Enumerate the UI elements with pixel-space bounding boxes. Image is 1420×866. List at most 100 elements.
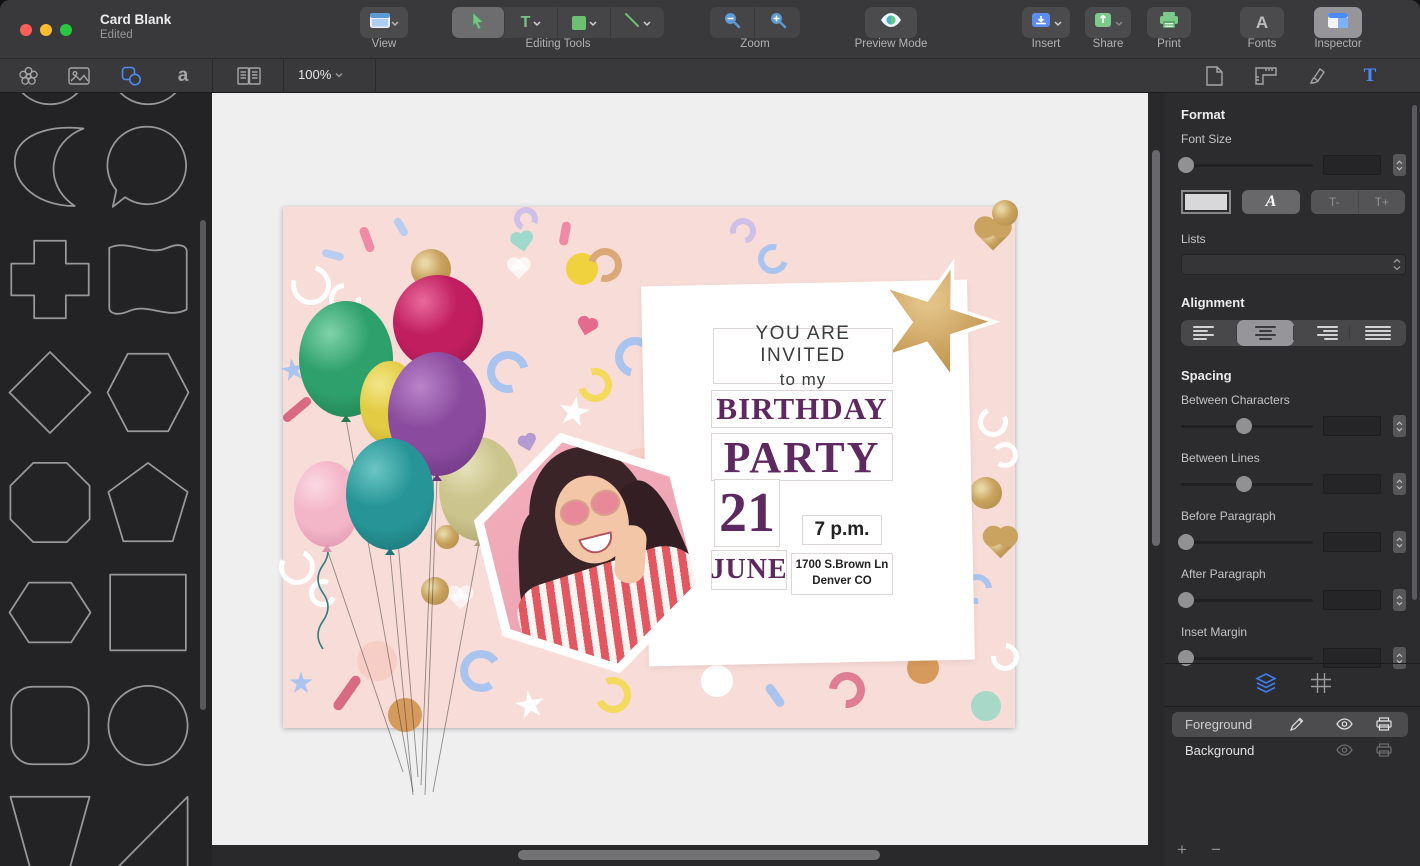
shape-template-octagon[interactable] xyxy=(6,455,94,550)
shapes-icon[interactable] xyxy=(118,63,144,89)
spacing-value-field[interactable] xyxy=(1323,532,1381,552)
view-button[interactable] xyxy=(360,7,408,38)
select-tool-button[interactable] xyxy=(452,7,505,38)
zoom-in-button[interactable] xyxy=(755,7,800,38)
spacing-value-field[interactable] xyxy=(1323,590,1381,610)
alignment-align-left-button[interactable] xyxy=(1181,320,1237,346)
line-tool-button[interactable] xyxy=(611,7,664,38)
increase-size-button[interactable]: T+ xyxy=(1359,190,1406,214)
spacing-slider[interactable] xyxy=(1181,592,1313,608)
fill-brush-icon[interactable] xyxy=(1305,63,1331,89)
shape-template-speech[interactable] xyxy=(104,118,192,213)
confetti-glit-dot xyxy=(992,200,1018,226)
add-layer-button[interactable]: + xyxy=(1177,840,1187,860)
birthday-textbox[interactable]: BIRTHDAY xyxy=(711,390,893,428)
geometry-ruler-icon[interactable] xyxy=(1253,63,1279,89)
shape-template-cross[interactable] xyxy=(6,232,94,327)
spacing-stepper[interactable] xyxy=(1393,589,1406,611)
address-textbox[interactable]: 1700 S.Brown Ln Denver CO xyxy=(791,553,893,595)
layer-printable-printer-icon[interactable] xyxy=(1374,714,1394,734)
shape-template-hexagon[interactable] xyxy=(104,345,192,440)
canvas-horizontal-scrollbar-track[interactable] xyxy=(212,845,1165,866)
share-button[interactable] xyxy=(1085,7,1131,38)
alignment-align-center-button[interactable] xyxy=(1237,320,1293,346)
layer-row-foreground[interactable]: Foreground xyxy=(1172,712,1408,737)
spacing-stepper[interactable] xyxy=(1393,473,1406,495)
canvas-vertical-scrollbar-track[interactable] xyxy=(1148,93,1165,845)
font-size-slider-knob[interactable] xyxy=(1178,157,1194,173)
spacing-slider-knob[interactable] xyxy=(1236,418,1252,434)
alignment-align-right-button[interactable] xyxy=(1294,320,1350,346)
shape-template-circle[interactable] xyxy=(104,678,192,773)
sidebar-scrollbar[interactable] xyxy=(200,220,206,710)
font-size-slider[interactable] xyxy=(1181,157,1313,173)
spacing-stepper[interactable] xyxy=(1393,531,1406,553)
font-style-button[interactable]: A xyxy=(1242,190,1300,214)
document-inspector-icon[interactable] xyxy=(1201,63,1227,89)
party-textbox[interactable]: PARTY xyxy=(711,433,893,481)
shape-template-circle-partial[interactable] xyxy=(104,93,192,113)
spacing-slider-knob[interactable] xyxy=(1178,534,1194,550)
spacing-value-field[interactable] xyxy=(1323,416,1381,436)
shape-tool-button[interactable] xyxy=(558,7,611,38)
image-icon[interactable] xyxy=(66,63,92,89)
shape-template-flag[interactable] xyxy=(104,232,192,327)
layer-printable-printer-icon[interactable] xyxy=(1374,740,1394,760)
minimize-window-button[interactable] xyxy=(40,24,52,36)
zoom-out-button[interactable] xyxy=(710,7,755,38)
inspector-scrollbar[interactable] xyxy=(1412,105,1417,600)
shape-template-moon[interactable] xyxy=(6,118,94,213)
text-color-well[interactable] xyxy=(1181,190,1231,214)
fonts-button[interactable]: A xyxy=(1240,7,1284,38)
spacing-slider[interactable] xyxy=(1181,418,1313,434)
layer-visibility-eye-icon[interactable] xyxy=(1334,740,1354,760)
insert-button[interactable] xyxy=(1022,7,1070,38)
shape-template-roundsquare[interactable] xyxy=(6,678,94,773)
pages-book-icon[interactable] xyxy=(236,63,262,89)
shape-template-circle-partial[interactable] xyxy=(6,93,94,113)
alignment-align-justify-button[interactable] xyxy=(1350,320,1406,346)
shape-template-trapezoid[interactable] xyxy=(6,788,94,866)
shape-template-square[interactable] xyxy=(104,565,192,660)
font-size-stepper[interactable] xyxy=(1393,154,1406,176)
remove-layer-button[interactable]: − xyxy=(1211,840,1221,860)
print-button[interactable] xyxy=(1147,7,1191,38)
shape-template-rtriangle[interactable] xyxy=(104,788,192,866)
preview-mode-button[interactable] xyxy=(865,7,917,38)
canvas-horizontal-scrollbar[interactable] xyxy=(518,850,880,860)
edit-layer-pencil-icon[interactable] xyxy=(1287,714,1307,734)
tab-layers[interactable] xyxy=(1254,672,1278,699)
card-page[interactable]: YOU ARE INVITED to my BIRTHDAY PARTY 21 … xyxy=(283,207,1015,728)
spacing-slider-knob[interactable] xyxy=(1236,476,1252,492)
canvas-vertical-scrollbar[interactable] xyxy=(1152,150,1160,546)
inspector-button[interactable] xyxy=(1314,7,1362,38)
decrease-size-button[interactable]: T- xyxy=(1311,190,1359,214)
lists-dropdown[interactable] xyxy=(1181,254,1406,275)
text-inspector-icon[interactable]: T xyxy=(1357,63,1383,89)
spacing-slider[interactable] xyxy=(1181,534,1313,550)
spacing-slider[interactable] xyxy=(1181,476,1313,492)
font-size-decrease-increase[interactable]: T- T+ xyxy=(1311,190,1405,214)
shape-template-hexwide[interactable] xyxy=(6,565,94,660)
spacing-slider-knob[interactable] xyxy=(1178,592,1194,608)
shape-template-pentagon[interactable] xyxy=(104,455,192,550)
zoom-level-dropdown[interactable]: 100% xyxy=(298,67,343,82)
close-window-button[interactable] xyxy=(20,24,32,36)
clipart-flower-icon[interactable] xyxy=(15,63,41,89)
day-textbox[interactable]: 21 xyxy=(714,479,780,547)
invite-textbox[interactable]: YOU ARE INVITED to my xyxy=(713,328,893,384)
month-textbox[interactable]: JUNE xyxy=(711,550,787,590)
font-size-value-field[interactable] xyxy=(1323,155,1381,175)
spacing-value-field[interactable] xyxy=(1323,474,1381,494)
balloon[interactable] xyxy=(346,438,434,550)
text-object-icon[interactable]: a xyxy=(170,63,196,89)
time-textbox[interactable]: 7 p.m. xyxy=(802,515,882,545)
spacing-stepper[interactable] xyxy=(1393,415,1406,437)
document-canvas[interactable]: YOU ARE INVITED to my BIRTHDAY PARTY 21 … xyxy=(212,93,1148,845)
zoom-window-button[interactable] xyxy=(60,24,72,36)
layer-row-background[interactable]: Background xyxy=(1172,738,1408,763)
shape-template-diamond[interactable] xyxy=(6,345,94,440)
tab-grid[interactable] xyxy=(1310,672,1332,699)
text-tool-button[interactable]: T xyxy=(505,7,558,38)
layer-visibility-eye-icon[interactable] xyxy=(1334,714,1354,734)
